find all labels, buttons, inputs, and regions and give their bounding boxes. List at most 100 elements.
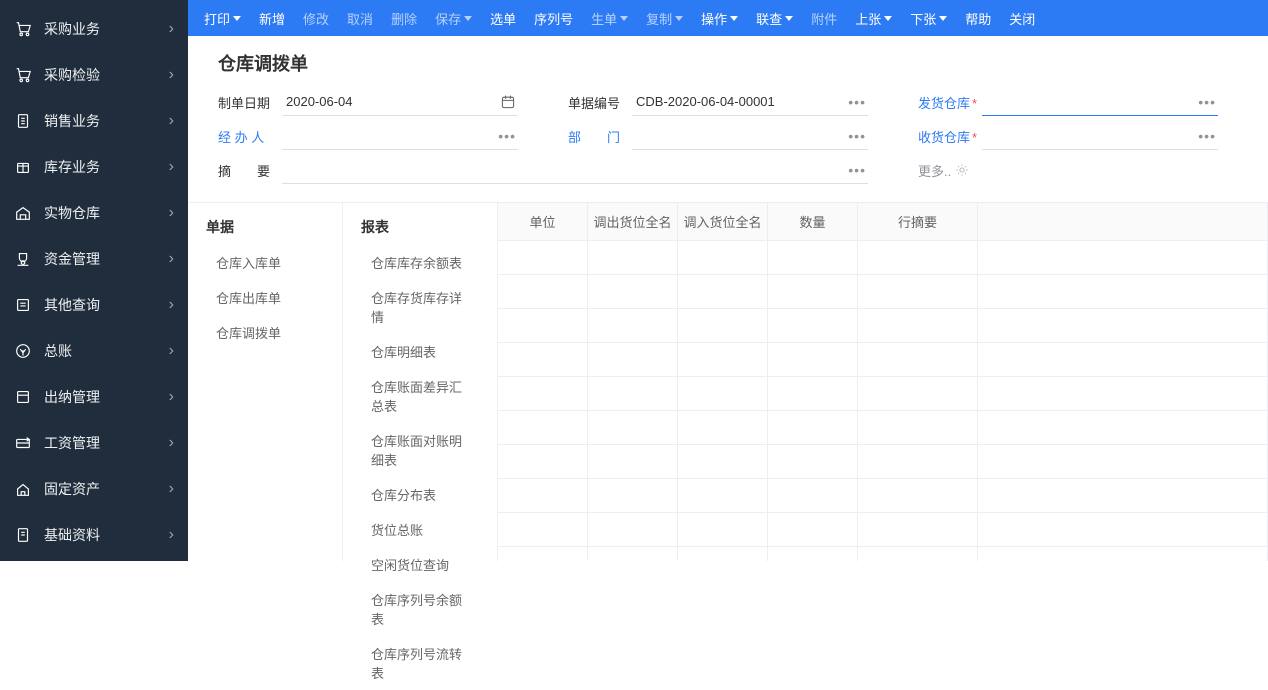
table-cell[interactable]	[498, 513, 588, 546]
sidebar-item-9[interactable]: 工资管理›	[0, 420, 188, 466]
table-cell[interactable]	[768, 377, 858, 410]
toolbar-item-14[interactable]: 下张	[904, 0, 953, 36]
table-cell[interactable]	[858, 513, 978, 546]
sidebar-item-3[interactable]: 库存业务›	[0, 144, 188, 190]
table-row[interactable]	[498, 241, 1268, 275]
table-cell[interactable]	[498, 241, 588, 274]
table-cell[interactable]	[768, 411, 858, 444]
sidebar-item-10[interactable]: 固定资产›	[0, 466, 188, 512]
toolbar-item-3[interactable]: 取消	[341, 0, 379, 36]
table-cell[interactable]	[858, 479, 978, 512]
table-cell[interactable]	[678, 343, 768, 376]
table-cell[interactable]	[678, 275, 768, 308]
table-cell[interactable]	[978, 275, 1268, 308]
table-row[interactable]	[498, 343, 1268, 377]
picker-icon[interactable]: •••	[848, 162, 866, 178]
toolbar-item-10[interactable]: 操作	[695, 0, 744, 36]
recv-wh-field[interactable]: •••	[982, 122, 1218, 150]
picker-icon[interactable]: •••	[1198, 128, 1216, 144]
table-cell[interactable]	[678, 309, 768, 342]
table-cell[interactable]	[498, 411, 588, 444]
table-cell[interactable]	[768, 445, 858, 478]
doc-no-field[interactable]: CDB-2020-06-04-00001 •••	[632, 88, 868, 116]
submenu-item[interactable]: 仓库分布表	[343, 477, 497, 512]
table-cell[interactable]	[768, 513, 858, 546]
table-cell[interactable]	[588, 377, 678, 410]
table-cell[interactable]	[588, 241, 678, 274]
table-cell[interactable]	[768, 479, 858, 512]
table-cell[interactable]	[678, 479, 768, 512]
table-cell[interactable]	[858, 377, 978, 410]
toolbar-item-11[interactable]: 联查	[750, 0, 799, 36]
table-cell[interactable]	[858, 547, 978, 561]
table-cell[interactable]	[588, 445, 678, 478]
toolbar-item-4[interactable]: 删除	[385, 0, 423, 36]
table-row[interactable]	[498, 411, 1268, 445]
table-row[interactable]	[498, 479, 1268, 513]
table-cell[interactable]	[768, 343, 858, 376]
table-row[interactable]	[498, 547, 1268, 561]
picker-icon[interactable]: •••	[848, 94, 866, 110]
table-cell[interactable]	[768, 547, 858, 561]
toolbar-item-5[interactable]: 保存	[429, 0, 478, 36]
table-cell[interactable]	[498, 547, 588, 561]
table-row[interactable]	[498, 309, 1268, 343]
table-cell[interactable]	[858, 309, 978, 342]
table-cell[interactable]	[588, 275, 678, 308]
toolbar-item-6[interactable]: 选单	[484, 0, 522, 36]
table-cell[interactable]	[978, 445, 1268, 478]
table-cell[interactable]	[678, 411, 768, 444]
table-cell[interactable]	[498, 309, 588, 342]
table-cell[interactable]	[678, 241, 768, 274]
submenu-item[interactable]: 仓库出库单	[188, 280, 342, 315]
dept-label[interactable]: 部 门	[568, 127, 632, 146]
table-cell[interactable]	[978, 513, 1268, 546]
sidebar-item-6[interactable]: 其他查询›	[0, 282, 188, 328]
table-cell[interactable]	[498, 479, 588, 512]
more-link[interactable]: 更多..	[918, 161, 969, 180]
handler-field[interactable]: •••	[282, 122, 518, 150]
table-cell[interactable]	[978, 241, 1268, 274]
calendar-icon[interactable]	[500, 94, 516, 110]
submenu-item[interactable]: 货位总账	[343, 512, 497, 547]
table-cell[interactable]	[588, 411, 678, 444]
toolbar-item-2[interactable]: 修改	[297, 0, 335, 36]
table-cell[interactable]	[978, 343, 1268, 376]
table-cell[interactable]	[678, 513, 768, 546]
summary-field[interactable]: •••	[282, 156, 868, 184]
sidebar-item-4[interactable]: 实物仓库›	[0, 190, 188, 236]
recv-wh-label[interactable]: 收货仓库*	[918, 127, 982, 146]
sidebar-item-7[interactable]: 总账›	[0, 328, 188, 374]
table-cell[interactable]	[588, 513, 678, 546]
table-row[interactable]	[498, 377, 1268, 411]
table-cell[interactable]	[768, 309, 858, 342]
picker-icon[interactable]: •••	[498, 128, 516, 144]
submenu-item[interactable]: 仓库账面对账明细表	[343, 423, 497, 477]
ship-wh-input[interactable]	[986, 94, 1214, 109]
toolbar-item-13[interactable]: 上张	[849, 0, 898, 36]
table-cell[interactable]	[678, 547, 768, 561]
table-cell[interactable]	[768, 275, 858, 308]
sidebar-item-1[interactable]: 采购检验›	[0, 52, 188, 98]
submenu-item[interactable]: 仓库账面差异汇总表	[343, 369, 497, 423]
submenu-item[interactable]: 仓库入库单	[188, 245, 342, 280]
sidebar-item-2[interactable]: 销售业务›	[0, 98, 188, 144]
table-cell[interactable]	[978, 309, 1268, 342]
table-cell[interactable]	[588, 547, 678, 561]
submenu-item[interactable]: 仓库库存余额表	[343, 245, 497, 280]
table-cell[interactable]	[498, 275, 588, 308]
sidebar-item-8[interactable]: 出纳管理›	[0, 374, 188, 420]
submenu-item[interactable]: 仓库序列号流转表	[343, 636, 497, 690]
table-cell[interactable]	[858, 343, 978, 376]
date-field[interactable]: 2020-06-04	[282, 88, 518, 116]
table-cell[interactable]	[768, 241, 858, 274]
table-row[interactable]	[498, 275, 1268, 309]
table-row[interactable]	[498, 445, 1268, 479]
table-cell[interactable]	[858, 411, 978, 444]
table-row[interactable]	[498, 513, 1268, 547]
picker-icon[interactable]: •••	[1198, 94, 1216, 110]
toolbar-item-9[interactable]: 复制	[640, 0, 689, 36]
table-cell[interactable]	[678, 377, 768, 410]
toolbar-item-0[interactable]: 打印	[198, 0, 247, 36]
table-cell[interactable]	[978, 479, 1268, 512]
